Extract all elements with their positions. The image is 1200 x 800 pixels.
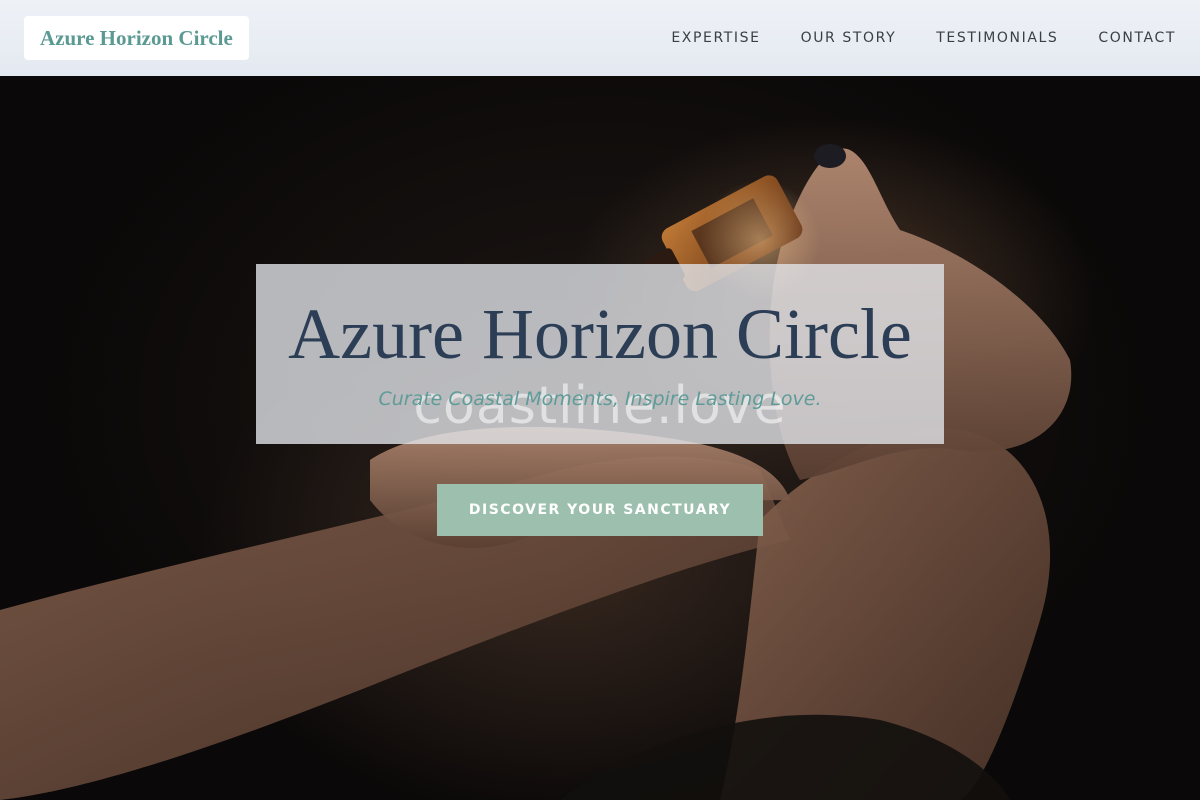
site-logo[interactable]: Azure Horizon Circle xyxy=(24,16,249,60)
nav-link-our-story[interactable]: OUR STORY xyxy=(801,30,897,46)
nav-link-contact[interactable]: CONTACT xyxy=(1098,30,1176,46)
site-header: Azure Horizon Circle EXPERTISE OUR STORY… xyxy=(0,0,1200,76)
hero-title: Azure Horizon Circle xyxy=(288,294,912,374)
main-nav: EXPERTISE OUR STORY TESTIMONIALS CONTACT xyxy=(671,0,1176,76)
discover-sanctuary-button[interactable]: DISCOVER YOUR SANCTUARY xyxy=(437,484,763,536)
hero-title-card: coastline.love Azure Horizon Circle Cura… xyxy=(256,264,944,444)
nav-link-expertise[interactable]: EXPERTISE xyxy=(671,30,760,46)
hero-tagline: Curate Coastal Moments, Inspire Lasting … xyxy=(378,388,822,410)
landing-page: Azure Horizon Circle EXPERTISE OUR STORY… xyxy=(0,0,1200,800)
nav-link-testimonials[interactable]: TESTIMONIALS xyxy=(936,30,1058,46)
